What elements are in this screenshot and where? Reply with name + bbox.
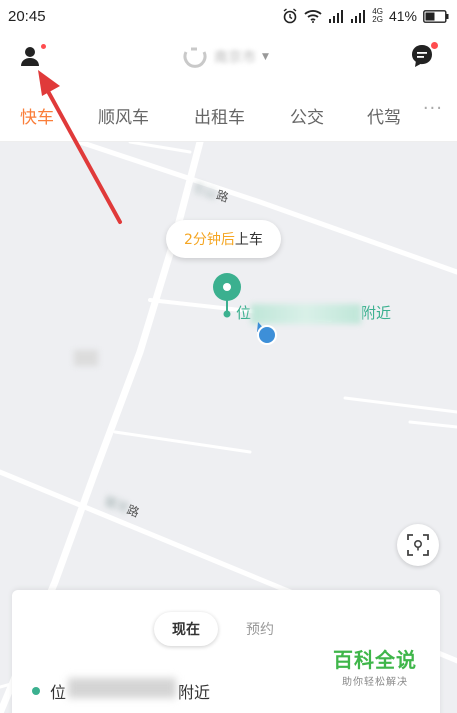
battery-percent: 41% [388,8,417,24]
time-toggle: 现在 预约 [154,612,274,646]
map-poi-blurred [74,350,98,369]
more-tabs-button[interactable]: ··· [423,98,443,119]
user-profile-button[interactable] [18,44,46,70]
tab-taxi[interactable]: 出租车 [194,103,245,128]
city-name: 南京市 [214,50,256,66]
network-type: 4G 2G [372,8,383,24]
pickup-address: 位附近 [50,678,210,703]
eta-text: 上车 [234,232,263,248]
network-bottom: 2G [372,15,383,24]
eta-bubble: 2分钟后 上车 [166,220,281,258]
map-pickup-label: 位附近 [236,303,392,324]
person-icon [21,47,39,66]
tab-hitch[interactable]: 顺风车 [98,103,149,128]
service-tabs: 快车 顺风车 出租车 公交 代驾 ··· [0,84,457,142]
locate-icon [407,534,429,556]
message-button[interactable] [411,42,438,70]
locate-me-button[interactable] [397,524,439,566]
battery-icon [423,9,449,23]
tab-express[interactable]: 快车 [20,103,54,128]
status-icons: 4G 2G 41% [282,8,449,24]
signal-icon [328,9,344,23]
status-time: 20:45 [8,7,46,25]
watermark-subtitle: 助你轻松解决 [342,677,408,688]
chevron-down-icon: ▼ [262,52,269,62]
tab-designated-driver[interactable]: 代驾 [367,103,400,128]
pickup-dot-icon [32,686,40,695]
notification-dot [41,44,46,49]
message-notification-dot [431,42,438,49]
my-location-icon [257,322,277,345]
watermark-title: 百科全说 [333,648,417,672]
reserve-toggle[interactable]: 预约 [246,619,274,639]
app-header: 南京市 ▼ [0,32,457,84]
didi-logo-icon [183,47,207,68]
wifi-icon [304,9,322,23]
alarm-icon [282,8,298,24]
signal-icon-2 [350,9,366,23]
city-picker[interactable]: 南京市 ▼ [182,44,269,70]
now-toggle[interactable]: 现在 [154,612,218,646]
tab-bus[interactable]: 公交 [290,103,324,128]
eta-time: 2分钟后 [184,232,235,248]
watermark: 百科全说 助你轻松解决 [333,644,417,688]
pickup-field[interactable]: 位附近 [32,678,210,703]
status-bar: 20:45 4G 2G 41% [0,0,457,32]
message-icon [412,45,432,67]
